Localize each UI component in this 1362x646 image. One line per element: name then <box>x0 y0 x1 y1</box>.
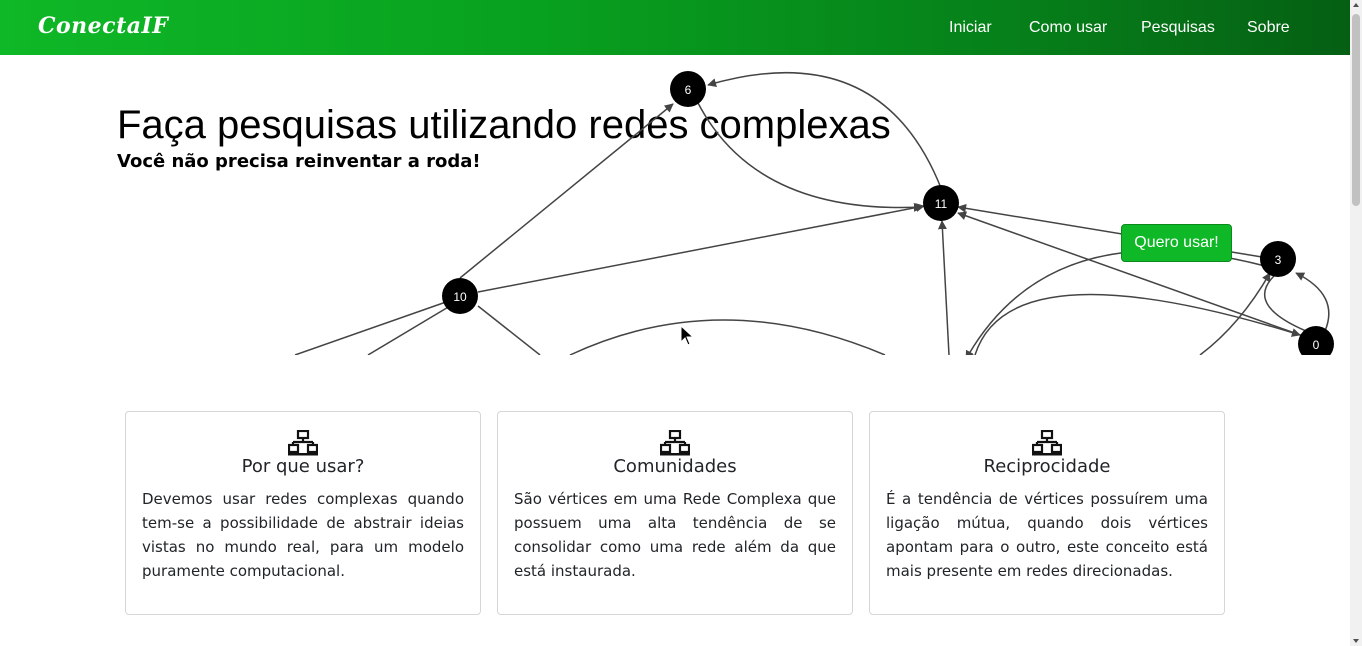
graph-node-label: 3 <box>1275 253 1282 267</box>
card-title: Reciprocidade <box>983 456 1111 477</box>
network-icon <box>498 430 852 456</box>
card-comunidades: Comunidades São vértices em uma Rede Com… <box>497 411 853 615</box>
network-icon <box>126 430 480 456</box>
graph-node[interactable]: 11 <box>923 185 959 221</box>
graph-edges <box>294 72 1330 355</box>
nav-link-pesquisas[interactable]: Pesquisas <box>1141 19 1215 37</box>
graph-edge <box>1263 275 1307 332</box>
graph-node-label: 6 <box>685 83 692 97</box>
hero-section: Faça pesquisas utilizando redes complexa… <box>0 55 1350 355</box>
graph-node[interactable]: 3 <box>1260 241 1296 277</box>
network-icon <box>870 430 1224 456</box>
graph-node-label: 11 <box>935 197 948 211</box>
nav-link-iniciar[interactable]: Iniciar <box>949 19 992 37</box>
graph-edge <box>974 293 1301 355</box>
card-text: Devemos usar redes complexas quando tem-… <box>142 490 464 580</box>
nav-link-sobre[interactable]: Sobre <box>1247 19 1290 37</box>
graph-edge <box>696 100 923 212</box>
graph-node[interactable]: 10 <box>442 278 478 314</box>
scroll-up-arrow-icon[interactable] <box>1353 3 1359 7</box>
page-scrollbar[interactable] <box>1350 0 1362 646</box>
graph-node-label: 10 <box>453 290 467 304</box>
graph-edge <box>1199 272 1271 355</box>
mouse-cursor-icon <box>680 325 695 346</box>
nav-link-como-usar[interactable]: Como usar <box>1029 19 1107 37</box>
graph-edge <box>965 250 1266 355</box>
graph-edge <box>1295 272 1330 332</box>
graph-edge <box>477 203 925 293</box>
card-title: Comunidades <box>613 456 737 477</box>
quero-usar-button[interactable]: Quero usar! <box>1121 224 1232 262</box>
graph-node-label: 0 <box>1313 338 1320 352</box>
card-por-que-usar: Por que usar? Devemos usar redes complex… <box>125 411 481 615</box>
graph-edge <box>294 301 447 355</box>
graph-edge <box>937 220 950 355</box>
card-reciprocidade: Reciprocidade É a tendência de vértices … <box>869 411 1225 615</box>
card-text: É a tendência de vértices possuírem uma … <box>886 490 1208 580</box>
navbar: ConectaIF Iniciar Como usar Pesquisas So… <box>0 0 1350 55</box>
network-graph[interactable]: 6 11 10 3 0 <box>0 55 1350 355</box>
card-title: Por que usar? <box>241 456 365 477</box>
brand-logo[interactable]: ConectaIF <box>38 13 168 39</box>
graph-edge <box>367 305 451 355</box>
scrollbar-thumb[interactable] <box>1352 14 1360 206</box>
scroll-down-arrow-icon[interactable] <box>1353 639 1359 643</box>
graph-edge <box>459 103 674 279</box>
card-text: São vértices em uma Rede Complexa que po… <box>514 490 836 580</box>
graph-node[interactable]: 6 <box>670 71 706 107</box>
graph-edge <box>707 72 942 189</box>
graph-edge <box>569 319 886 355</box>
graph-edge <box>477 305 541 355</box>
